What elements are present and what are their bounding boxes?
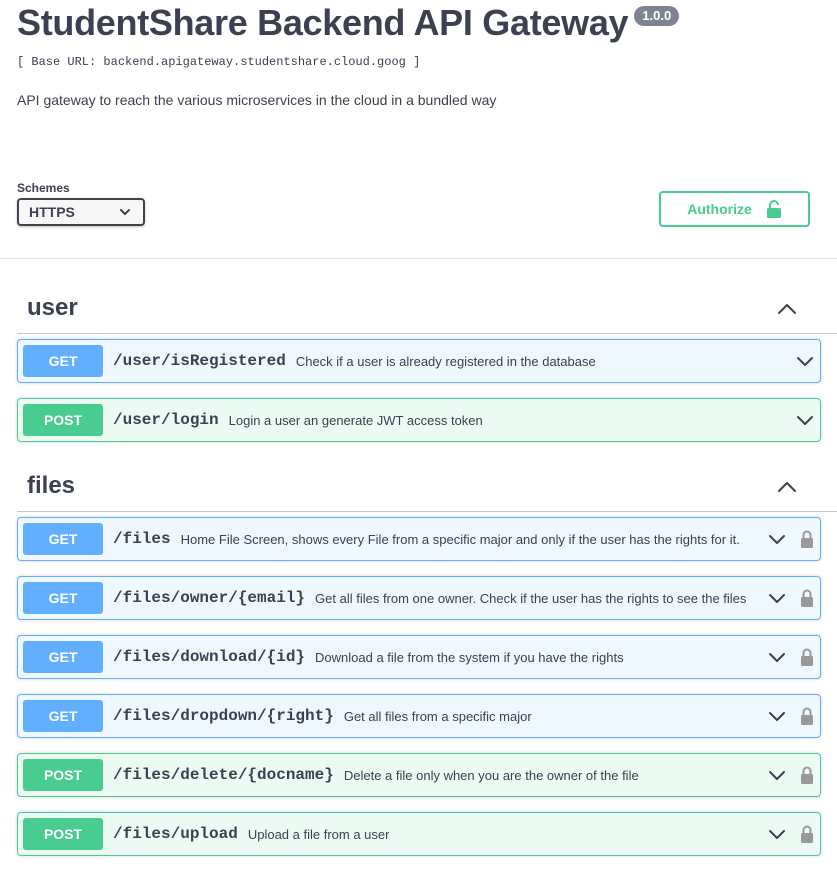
operation-path: /files/upload [113,825,238,843]
method-badge: POST [23,759,103,791]
api-title: StudentShare Backend API Gateway 1.0.0 [17,2,680,44]
operation-controls [796,355,820,367]
lock-icon[interactable] [800,648,814,666]
operation-summary: Get all files from one owner. Check if t… [315,590,747,606]
operation-path: /user/login [113,411,219,429]
chevron-down-icon[interactable] [768,828,786,840]
operation-row[interactable]: GET/user/isRegistered Check if a user is … [17,339,821,383]
tag-section-files[interactable]: files [17,466,837,512]
operation-summary: Check if a user is already registered in… [295,353,596,369]
operation-path: /files/dropdown/{right} [113,707,334,725]
api-description: API gateway to reach the various microse… [17,92,497,108]
chevron-down-icon[interactable] [768,592,786,604]
operation-summary: Home File Screen, shows every File from … [180,531,740,547]
operation-summary: Login a user an generate JWT access toke… [228,412,483,428]
chevron-down-icon[interactable] [796,414,814,426]
method-badge: GET [23,523,103,555]
operation-summary: Upload a file from a user [247,826,390,842]
operation-path: /files/download/{id} [113,648,306,666]
method-badge: POST [23,818,103,850]
schemes-label: Schemes [17,181,70,195]
lock-icon[interactable] [800,707,814,725]
operation-summary: Download a file from the system if you h… [315,649,624,665]
authorize-label: Authorize [687,201,752,217]
operation-controls [768,766,820,784]
operation-summary: Get all files from a specific major [343,708,532,724]
chevron-down-icon [120,209,130,215]
operation-controls [768,707,820,725]
operation-row[interactable]: GET/files/dropdown/{right} Get all files … [17,694,821,738]
tag-title: files [27,472,76,499]
method-badge: POST [23,404,103,436]
method-badge: GET [23,345,103,377]
method-badge: GET [23,700,103,732]
chevron-down-icon[interactable] [768,710,786,722]
chevron-down-icon[interactable] [768,769,786,781]
chevron-down-icon[interactable] [768,533,786,545]
operation-path: /user/isRegistered [113,352,286,370]
schemes-select[interactable]: HTTPS [17,198,145,226]
unlocked-lock-icon [766,200,781,218]
operation-controls [768,825,820,843]
lock-icon[interactable] [800,589,814,607]
method-badge: GET [23,582,103,614]
operation-summary: Delete a file only when you are the owne… [343,767,639,783]
schemes-selected-value: HTTPS [29,204,75,220]
operation-row[interactable]: GET/files/download/{id} Download a file f… [17,635,821,679]
api-title-text: StudentShare Backend API Gateway [17,2,629,43]
operation-row[interactable]: POST/user/login Login a user an generate … [17,398,821,442]
tag-title: user [27,294,78,321]
lock-icon[interactable] [800,766,814,784]
chevron-down-icon[interactable] [796,355,814,367]
operation-path: /files/delete/{docname} [113,766,334,784]
api-info: StudentShare Backend API Gateway 1.0.0 [ … [0,0,837,259]
operation-row[interactable]: GET/files Home File Screen, shows every F… [17,517,821,561]
method-badge: GET [23,641,103,673]
operation-controls [796,414,820,426]
chevron-down-icon[interactable] [768,651,786,663]
chevron-up-icon[interactable] [777,480,797,494]
tag-section-user[interactable]: user [17,288,837,334]
base-url: [ Base URL: backend.apigateway.studentsh… [17,55,421,69]
operation-path: /files [113,530,171,548]
operation-controls [768,530,820,548]
chevron-up-icon[interactable] [777,302,797,316]
operation-row[interactable]: POST/files/delete/{docname} Delete a file… [17,753,821,797]
operation-row[interactable]: GET/files/owner/{email} Get all files fro… [17,576,821,620]
operation-controls [768,589,820,607]
lock-icon[interactable] [800,530,814,548]
operation-controls [768,648,820,666]
operation-row[interactable]: POST/files/upload Upload a file from a us… [17,812,821,856]
version-badge: 1.0.0 [634,6,680,26]
authorize-button[interactable]: Authorize [659,191,810,227]
operation-path: /files/owner/{email} [113,589,306,607]
lock-icon[interactable] [800,825,814,843]
